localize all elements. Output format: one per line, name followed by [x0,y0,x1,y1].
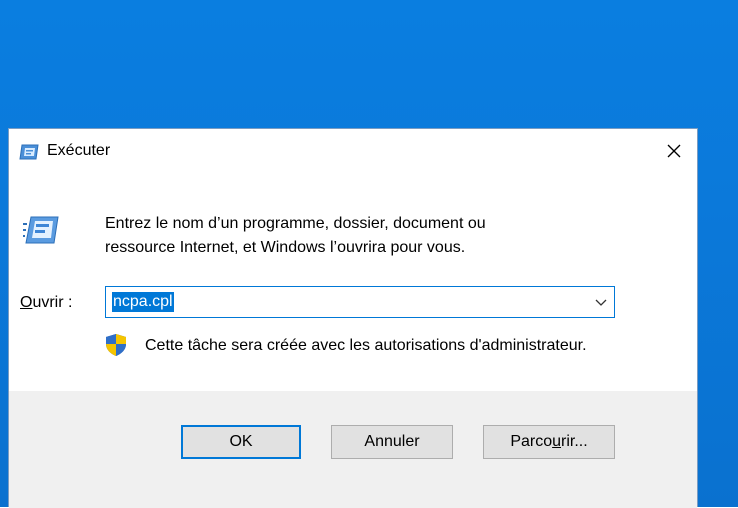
close-icon [667,144,681,158]
dialog-title: Exécuter [47,142,111,159]
open-label-accel: O [20,294,33,311]
uac-shield-icon [106,334,126,356]
open-input-value[interactable]: ncpa.cpl [112,292,174,312]
description-text: Entrez le nom d’un programme, dossier, d… [105,212,575,260]
browse-label-accel: u [552,433,562,450]
description-line-2: ressource Internet, et Windows l’ouvrira… [105,239,466,256]
run-icon [19,144,39,160]
run-dialog: Exécuter Entrez le nom d’un programme, d… [8,128,698,508]
close-button[interactable] [651,129,697,173]
button-bar: OK Annuler Parco u rir... [9,391,697,508]
browse-label-b: rir... [561,433,588,450]
open-label-rest: uvrir : [32,294,73,311]
browse-button[interactable]: Parco u rir... [483,425,615,459]
dialog-body: Entrez le nom d’un programme, dossier, d… [9,175,697,391]
open-label: Ouvrir : [20,294,72,312]
browse-label-a: Parco [510,433,553,450]
run-large-icon [23,216,59,244]
admin-note: Cette tâche sera créée avec les autorisa… [145,337,587,354]
ok-button[interactable]: OK [181,425,301,459]
title-bar[interactable]: Exécuter [9,129,697,175]
open-combobox[interactable]: ncpa.cpl [105,286,615,318]
description-line-1: Entrez le nom d’un programme, dossier, d… [105,215,486,232]
chevron-down-icon[interactable] [594,295,608,309]
cancel-button[interactable]: Annuler [331,425,453,459]
